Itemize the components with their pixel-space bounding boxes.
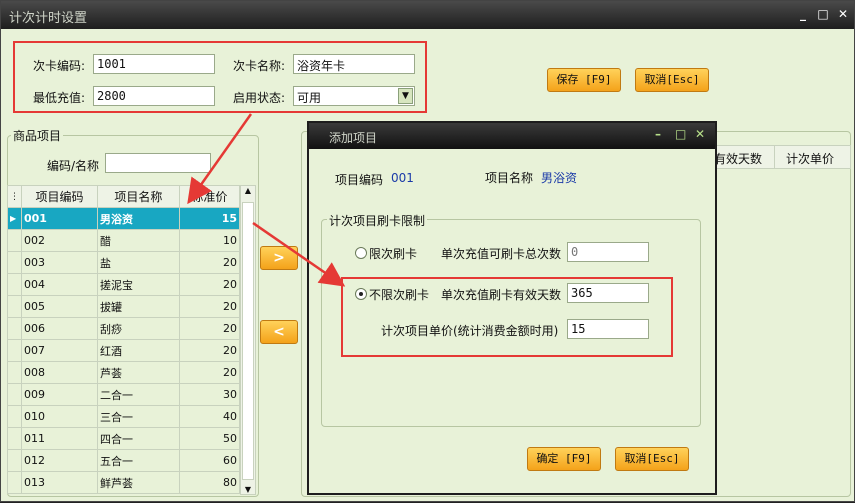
arrow-to-table [187, 113, 253, 205]
main-window: 计次计时设置 _ □ ✕ 次卡编码: 1001 次卡名称: 浴资年卡 最低充值:… [0, 0, 855, 502]
arrow-to-dialog [252, 221, 346, 287]
annotation-arrows [187, 113, 346, 287]
